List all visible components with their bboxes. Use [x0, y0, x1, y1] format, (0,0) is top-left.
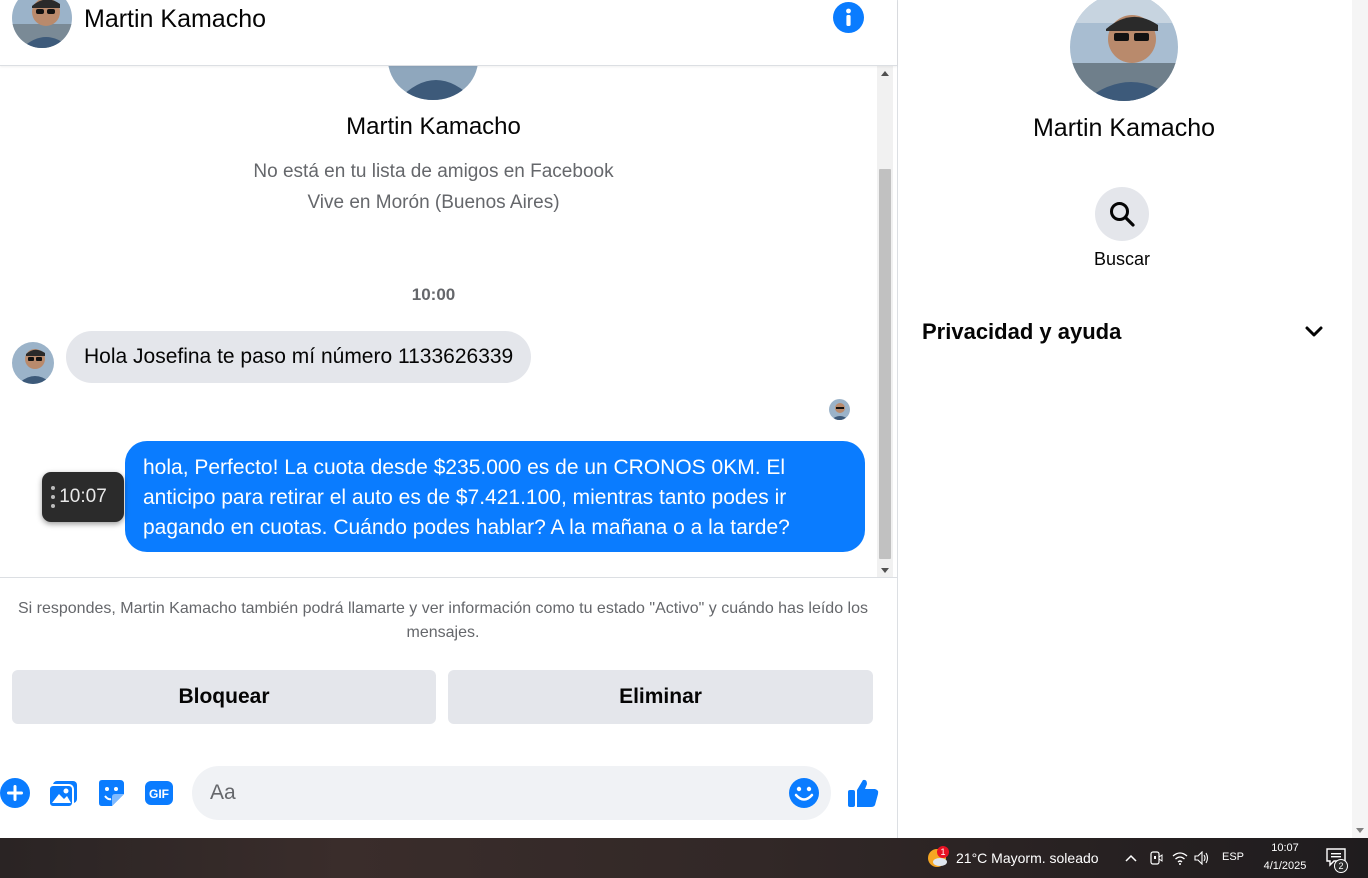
not-friends-text: No está en tu lista de amigos en Faceboo… — [253, 161, 614, 182]
meet-now-icon[interactable] — [1146, 848, 1166, 868]
clock-time[interactable]: 10:07 — [1262, 842, 1308, 854]
privacy-and-help-section[interactable]: Privacidad y ayuda — [910, 310, 1330, 354]
scroll-down-arrow-icon[interactable] — [877, 563, 893, 577]
info-icon — [846, 8, 851, 26]
footer-divider — [0, 577, 897, 578]
weather-text[interactable]: 21°C Mayorm. soleado — [956, 850, 1099, 866]
side-profile-avatar[interactable] — [1070, 0, 1178, 101]
message-list[interactable]: Martin Kamacho No está en tu lista de am… — [0, 66, 877, 577]
emoji-icon[interactable] — [788, 777, 820, 809]
message-time-tooltip: 10:07 — [42, 472, 124, 522]
chat-header: Martin Kamacho — [0, 0, 897, 66]
chevron-down-icon[interactable] — [1304, 322, 1324, 342]
message-input[interactable] — [210, 766, 770, 820]
page-scrollbar[interactable] — [1352, 0, 1368, 838]
thumbs-up-icon[interactable] — [846, 776, 880, 810]
message-timestamp: 10:00 — [411, 285, 456, 304]
tooltip-time: 10:07 — [59, 486, 107, 507]
windows-taskbar: 1 21°C Mayorm. soleado ESP 10:07 4/1/202… — [0, 838, 1368, 878]
scroll-thumb[interactable] — [879, 169, 891, 559]
search-label: Buscar — [1093, 249, 1151, 269]
weather-badge: 1 — [937, 846, 949, 858]
input-language[interactable]: ESP — [1222, 851, 1244, 863]
plus-icon[interactable] — [0, 776, 32, 810]
gif-icon[interactable]: GIF — [142, 776, 176, 810]
location-text: Vive en Morón (Buenos Aires) — [307, 192, 560, 213]
more-options-icon[interactable] — [51, 486, 55, 508]
contact-name[interactable]: Martin Kamacho — [84, 5, 266, 34]
notification-count-badge: 2 — [1334, 859, 1348, 873]
clock-date[interactable]: 4/1/2025 — [1256, 860, 1314, 872]
page-scroll-down-arrow-icon[interactable] — [1352, 824, 1368, 836]
request-notice: Si respondes, Martin Kamacho también pod… — [17, 600, 868, 641]
sticker-icon[interactable] — [94, 776, 128, 810]
show-hidden-icons-chevron-icon[interactable] — [1121, 848, 1141, 868]
contact-avatar[interactable] — [12, 0, 72, 48]
wifi-icon[interactable] — [1170, 848, 1190, 868]
volume-icon[interactable] — [1192, 848, 1212, 868]
side-profile-name: Martin Kamacho — [1032, 114, 1216, 142]
conversation-info-button[interactable] — [833, 2, 864, 33]
scroll-up-arrow-icon[interactable] — [877, 66, 893, 80]
search-in-conversation-button[interactable] — [1095, 187, 1149, 241]
incoming-message[interactable]: Hola Josefina te paso mí número 11336263… — [66, 331, 532, 383]
block-button[interactable]: Bloquear — [12, 670, 436, 724]
svg-text:GIF: GIF — [149, 787, 169, 801]
profile-intro-name: Martin Kamacho — [346, 113, 521, 140]
seen-indicator-avatar — [829, 399, 850, 420]
delete-button[interactable]: Eliminar — [448, 670, 873, 724]
profile-intro-avatar — [388, 66, 478, 100]
outgoing-message[interactable]: hola, Perfecto! La cuota desde $235.000 … — [125, 441, 865, 552]
privacy-label: Privacidad y ayuda — [922, 319, 1122, 344]
sender-avatar[interactable] — [12, 342, 54, 384]
gallery-icon[interactable] — [46, 776, 80, 810]
search-icon — [1110, 202, 1135, 227]
message-scrollbar[interactable] — [877, 66, 893, 577]
message-input-container[interactable] — [192, 766, 831, 820]
